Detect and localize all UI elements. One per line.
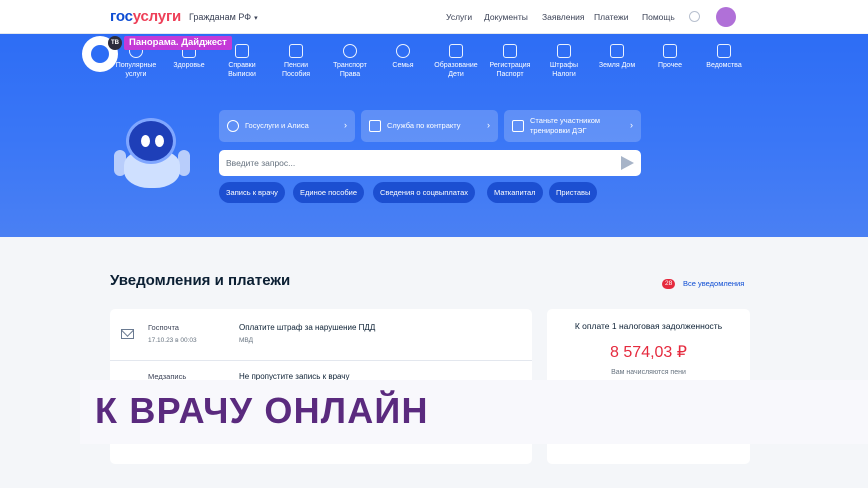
chip-unified-allowance[interactable]: Единое пособие bbox=[293, 182, 365, 203]
chip-maternity-capital[interactable]: Маткапитал bbox=[487, 182, 543, 203]
wallet-icon bbox=[289, 44, 303, 58]
notification-source: Госпочта bbox=[148, 323, 179, 332]
category-land[interactable]: Земля Дом bbox=[589, 44, 645, 70]
all-notifications-link[interactable]: Все уведомления bbox=[683, 279, 744, 288]
robot-head bbox=[126, 118, 176, 164]
divider bbox=[110, 360, 532, 361]
audience-selector[interactable]: Гражданам РФ ▾ bbox=[189, 12, 258, 22]
service-card-alice[interactable]: Госуслуги и Алиса › bbox=[219, 110, 355, 142]
tax-debt-amount: 8 574,03 ₽ bbox=[610, 344, 687, 361]
top-header: госуслуги Гражданам РФ ▾ Услуги Документы… bbox=[0, 0, 868, 34]
category-family[interactable]: Семья bbox=[375, 44, 431, 70]
ballot-icon bbox=[512, 120, 524, 132]
category-pensions[interactable]: Пенсии Пособия bbox=[268, 44, 324, 79]
notification-org: МВД bbox=[239, 337, 254, 344]
tv-badge: ТВ bbox=[108, 36, 122, 50]
alice-icon bbox=[227, 120, 239, 132]
chevron-right-icon: › bbox=[344, 120, 347, 130]
section-title: Уведомления и платежи bbox=[110, 272, 291, 289]
category-transport[interactable]: Транспорт Права bbox=[322, 44, 378, 79]
send-icon[interactable] bbox=[621, 156, 634, 170]
book-icon bbox=[449, 44, 463, 58]
chip-social-payments[interactable]: Сведения о соцвыплатах bbox=[373, 182, 475, 203]
category-agencies[interactable]: Ведомства bbox=[696, 44, 752, 70]
grid-icon bbox=[663, 44, 677, 58]
document-icon bbox=[235, 44, 249, 58]
nav-applications[interactable]: Заявления bbox=[542, 12, 585, 22]
mail-icon bbox=[121, 329, 134, 339]
gosuslugi-logo[interactable]: госуслуги bbox=[110, 8, 181, 25]
notification-date: 17.10.23 в 00:03 bbox=[148, 337, 197, 344]
chip-doctor-appointment[interactable]: Запись к врачу bbox=[219, 182, 285, 203]
nav-payments[interactable]: Платежи bbox=[594, 12, 628, 22]
stroller-icon bbox=[396, 44, 410, 58]
category-education[interactable]: Образование Дети bbox=[428, 44, 484, 79]
chevron-down-icon: ▾ bbox=[254, 15, 258, 22]
chevron-right-icon: › bbox=[630, 120, 633, 130]
tv-headline: К ВРАЧУ ОНЛАЙН bbox=[95, 390, 429, 431]
chip-bailiffs[interactable]: Приставы bbox=[549, 182, 598, 203]
service-card-deg[interactable]: Станьте участником тренировки ДЭГ › bbox=[504, 110, 641, 142]
nav-documents[interactable]: Документы bbox=[484, 12, 528, 22]
tv-channel-label: Панорама. Дайджест bbox=[124, 36, 232, 50]
nav-services[interactable]: Услуги bbox=[446, 12, 472, 22]
search-icon[interactable] bbox=[689, 11, 700, 22]
chevron-right-icon: › bbox=[487, 120, 490, 130]
search-box bbox=[219, 150, 641, 176]
category-fines[interactable]: Штрафы Налоги bbox=[536, 44, 592, 79]
notification-title[interactable]: Оплатите штраф за нарушение ПДД bbox=[239, 323, 375, 332]
category-other[interactable]: Прочее bbox=[642, 44, 698, 70]
flag-icon bbox=[369, 120, 381, 132]
passport-icon bbox=[503, 44, 517, 58]
search-input[interactable] bbox=[226, 155, 606, 171]
house-icon bbox=[610, 44, 624, 58]
gavel-icon bbox=[557, 44, 571, 58]
avatar[interactable] bbox=[716, 7, 736, 27]
robot-eye-left bbox=[141, 135, 150, 147]
emblem-icon bbox=[717, 44, 731, 58]
car-icon bbox=[343, 44, 357, 58]
tax-debt-title: К оплате 1 налоговая задолженность bbox=[574, 321, 723, 331]
service-card-contract[interactable]: Служба по контракту › bbox=[361, 110, 498, 142]
robot-eye-right bbox=[155, 135, 164, 147]
category-registration[interactable]: Регистрация Паспорт bbox=[482, 44, 538, 79]
tax-debt-note: Вам начисляются пени bbox=[611, 369, 686, 376]
notification-count-badge: 28 bbox=[662, 279, 676, 289]
